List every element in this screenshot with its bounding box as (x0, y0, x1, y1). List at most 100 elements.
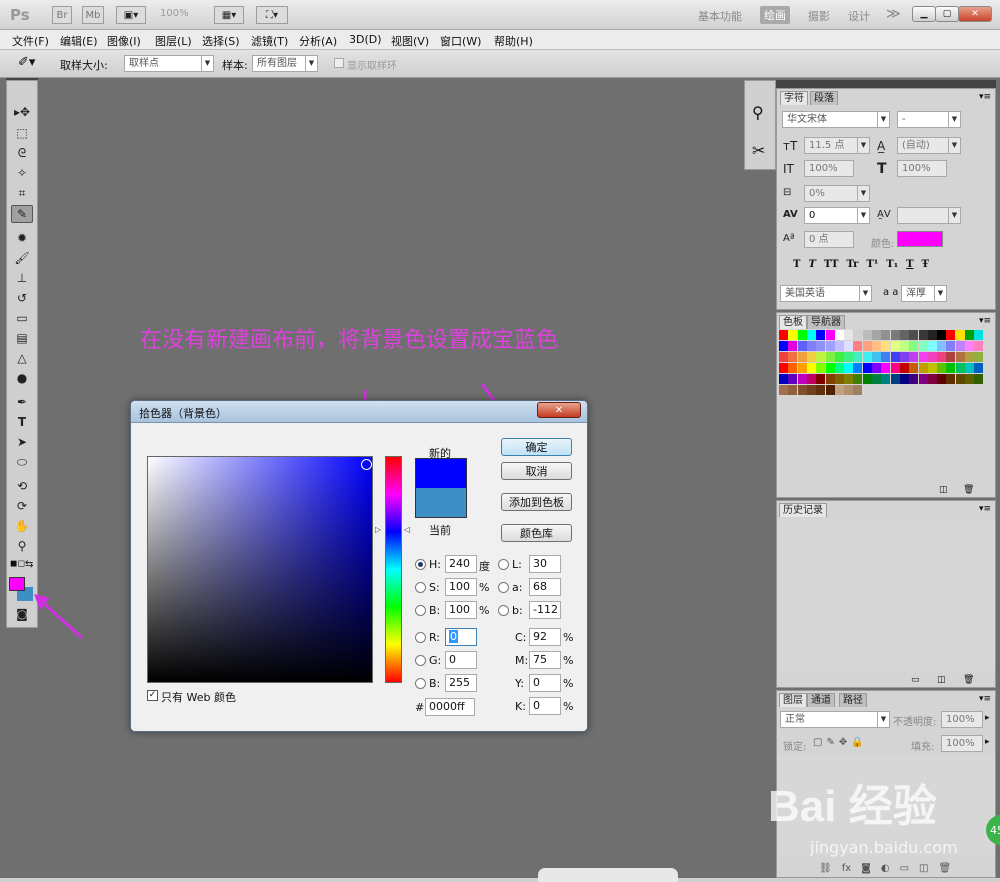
add-mask-icon[interactable]: ◙ (861, 863, 871, 874)
eraser-tool-icon[interactable]: ▭ (11, 309, 33, 327)
menu-select[interactable]: 选择(S) (202, 33, 240, 49)
tab-character[interactable]: 字符 (780, 91, 808, 105)
vertical-scale-input[interactable]: 100% (804, 160, 854, 177)
panel-menu-icon[interactable]: ▾≡ (979, 694, 991, 704)
menu-file[interactable]: 文件(F) (12, 33, 49, 49)
swatch-cell[interactable] (974, 352, 984, 362)
swatch-cell[interactable] (918, 330, 928, 340)
swatch-cell[interactable] (853, 341, 863, 351)
swatch-cell[interactable] (890, 363, 900, 373)
swatch-cell[interactable] (825, 330, 835, 340)
swatch-cell[interactable] (974, 341, 984, 351)
delete-state-icon[interactable]: 🗑 (963, 675, 974, 685)
move-tool-icon[interactable]: ▸✥ (11, 103, 33, 121)
font-style-select[interactable]: - ▼ (897, 111, 961, 128)
swatch-cell[interactable] (797, 385, 807, 395)
swatch-cell[interactable] (937, 341, 947, 351)
delete-layer-icon[interactable]: 🗑 (939, 863, 952, 874)
rgb-b-input[interactable]: 255 (445, 674, 477, 692)
swatch-cell[interactable] (965, 330, 974, 340)
swatch-cell[interactable] (825, 341, 835, 351)
swatch-cell[interactable] (946, 341, 956, 351)
pen-tool-icon[interactable]: ✒ (11, 393, 33, 411)
antialias-select[interactable]: 浑厚 ▼ (901, 285, 947, 302)
swatch-cell[interactable] (927, 374, 937, 384)
tab-channels[interactable]: 通道 (807, 693, 835, 707)
g-radio[interactable] (415, 655, 426, 666)
swatch-cell[interactable] (872, 374, 881, 384)
s-input[interactable]: 100 (445, 578, 477, 596)
history-list[interactable] (777, 519, 995, 671)
new-swatch-icon[interactable]: ◫ (939, 485, 948, 495)
swatch-cell[interactable] (788, 352, 798, 362)
menu-help[interactable]: 帮助(H) (494, 33, 533, 49)
k-input[interactable]: 0 (529, 697, 561, 715)
swatch-cell[interactable] (974, 330, 984, 340)
swatch-cell[interactable] (806, 352, 816, 362)
web-only-checkbox[interactable]: ✓ (147, 690, 158, 701)
swatch-cell[interactable] (806, 341, 816, 351)
bridge-button[interactable]: Br (52, 6, 72, 24)
swatch-cell[interactable] (965, 341, 974, 351)
dialog-title-bar[interactable]: 拾色器（背景色） ✕ (131, 401, 587, 423)
strikethrough-button[interactable]: Ŧ (922, 259, 929, 270)
workspace-design[interactable]: 设计 (848, 8, 870, 24)
swatch-cell[interactable] (955, 341, 965, 351)
crop-tool-icon[interactable]: ⌗ (11, 184, 33, 202)
swatch-cell[interactable] (872, 363, 881, 373)
show-sampling-ring-checkbox[interactable] (334, 58, 344, 68)
swatch-cell[interactable] (890, 330, 900, 340)
blur-tool-icon[interactable]: △ (11, 349, 33, 367)
language-select[interactable]: 美国英语 ▼ (780, 285, 872, 302)
swatch-cell[interactable] (825, 385, 835, 395)
swatch-cell[interactable] (816, 363, 826, 373)
new-layer-icon[interactable]: ◫ (919, 863, 928, 874)
b-input[interactable]: 100 (445, 601, 477, 619)
swatch-cell[interactable] (853, 363, 863, 373)
brush-tool-icon[interactable]: 🖌 (11, 249, 33, 267)
all-caps-button[interactable]: TT (824, 259, 839, 270)
swatch-cell[interactable] (779, 352, 788, 362)
menu-3d[interactable]: 3D(D) (349, 33, 382, 46)
cancel-button[interactable]: 取消 (501, 462, 572, 480)
swatch-cell[interactable] (853, 385, 863, 395)
swatch-cell[interactable] (862, 363, 872, 373)
swatch-cell[interactable] (834, 352, 844, 362)
blend-mode-select[interactable]: 正常 ▼ (780, 711, 890, 728)
3d-orbit-tool-icon[interactable]: ⟳ (11, 497, 33, 515)
swatch-cell[interactable] (899, 374, 909, 384)
swatch-cell[interactable] (918, 341, 928, 351)
zoom-level[interactable]: 100% (160, 8, 189, 19)
lab-b-radio[interactable] (498, 605, 509, 616)
swatch-cell[interactable] (862, 330, 872, 340)
swatch-cell[interactable] (797, 352, 807, 362)
swatch-cell[interactable] (834, 374, 844, 384)
r-input[interactable]: 0 (445, 628, 477, 646)
swatch-cell[interactable] (899, 330, 909, 340)
swatch-cell[interactable] (825, 352, 835, 362)
l-radio[interactable] (498, 559, 509, 570)
maximize-button[interactable]: ▢ (935, 6, 959, 22)
faux-italic-button[interactable]: T (808, 259, 815, 270)
swatch-cell[interactable] (797, 330, 807, 340)
swatch-cell[interactable] (844, 363, 854, 373)
swatch-cell[interactable] (788, 341, 798, 351)
lab-b-input[interactable]: -112 (529, 601, 561, 619)
swatch-cell[interactable] (834, 363, 844, 373)
clone-stamp-tool-icon[interactable]: ⊥ (11, 269, 33, 287)
swatch-cell[interactable] (881, 330, 891, 340)
delete-swatch-icon[interactable]: 🗑 (963, 485, 974, 495)
swatch-cell[interactable] (927, 330, 937, 340)
swatch-cell[interactable] (797, 341, 807, 351)
swatch-cell[interactable] (955, 374, 965, 384)
underline-button[interactable]: T (906, 259, 913, 270)
lock-icons[interactable]: ▢✎✥🔒 (813, 737, 868, 748)
add-to-swatches-button[interactable]: 添加到色板 (501, 493, 572, 511)
tab-navigator[interactable]: 导航器 (807, 315, 845, 329)
swatch-cell[interactable] (946, 330, 956, 340)
foreground-color-swatch[interactable] (9, 577, 25, 591)
baseline-shift-input[interactable]: 0 点 (804, 231, 854, 248)
swatch-cell[interactable] (816, 330, 826, 340)
lasso-tool-icon[interactable]: ᘓ (11, 144, 33, 162)
tab-swatches[interactable]: 色板 (779, 315, 807, 329)
